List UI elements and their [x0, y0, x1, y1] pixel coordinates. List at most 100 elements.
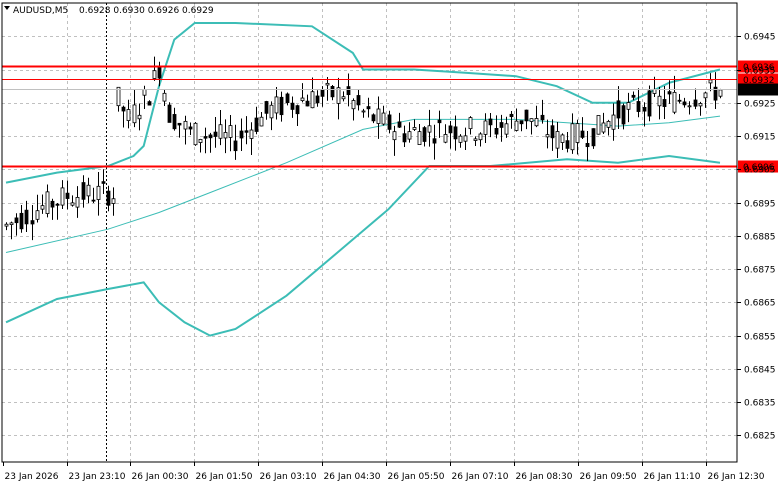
candle: [86, 177, 91, 204]
candle: [55, 202, 60, 220]
candle-body: [233, 140, 238, 152]
candle: [198, 138, 203, 153]
candle-body: [662, 99, 667, 107]
candle: [483, 113, 488, 143]
candle-body: [585, 143, 590, 148]
candle-body: [126, 109, 131, 121]
candle: [213, 117, 218, 148]
candle-body: [121, 106, 126, 112]
candle-body: [325, 82, 330, 86]
candle-body: [596, 115, 601, 135]
candle-body: [545, 134, 550, 138]
y-tick-label: 0.6855: [744, 333, 776, 343]
candle: [152, 56, 157, 81]
candle: [473, 136, 478, 146]
candle-body: [555, 131, 560, 149]
candle-body: [259, 116, 264, 127]
candle: [698, 101, 703, 116]
candle-body: [708, 79, 713, 84]
candle: [606, 119, 611, 136]
candle-body: [137, 114, 142, 120]
candle-body: [346, 86, 351, 96]
candle: [453, 115, 458, 151]
candle: [45, 184, 50, 218]
candle-body: [601, 122, 606, 133]
candle: [218, 109, 223, 146]
candle: [259, 112, 264, 127]
candle-body: [443, 134, 448, 143]
candle: [116, 86, 121, 112]
x-tick-label: 26 Jan 03:10: [260, 472, 317, 482]
bollinger-lower-line: [5, 154, 721, 337]
candle-body: [50, 200, 55, 208]
candle: [550, 119, 555, 151]
candle: [611, 103, 616, 141]
dropdown-triangle-icon[interactable]: [4, 6, 10, 10]
candle: [244, 116, 249, 145]
plot-frame: [1, 2, 738, 463]
x-tick-label: 23 Jan 23:10: [69, 472, 126, 482]
candle-body: [198, 139, 203, 143]
x-tick-label: 26 Jan 00:30: [132, 472, 189, 482]
candle-body: [458, 135, 463, 143]
candle: [137, 103, 142, 131]
y-tick-label: 0.6915: [744, 133, 776, 143]
candle-body: [55, 203, 60, 206]
candle: [254, 106, 259, 135]
candle: [371, 113, 376, 124]
candle: [356, 89, 361, 111]
x-tick-label: 23 Jan 2026: [5, 472, 59, 482]
candle: [279, 91, 284, 122]
candle-body: [330, 86, 335, 98]
candle-body: [448, 125, 453, 134]
candle: [330, 84, 335, 101]
candle: [239, 118, 244, 151]
candle-body: [560, 134, 565, 143]
candle: [616, 86, 621, 130]
candle: [96, 172, 101, 216]
bollinger-upper-line: [5, 22, 721, 184]
candle: [24, 200, 29, 232]
candle-body: [223, 132, 228, 139]
candle-body: [499, 122, 504, 128]
candle-body: [320, 89, 325, 97]
candle-body: [116, 86, 121, 107]
candle: [188, 122, 193, 135]
candle-body: [19, 212, 24, 230]
candle-body: [636, 101, 641, 112]
candle: [591, 128, 596, 149]
candle-body: [616, 100, 621, 119]
candle-body: [631, 94, 636, 98]
candle: [422, 126, 427, 147]
candle-body: [14, 217, 19, 224]
y-tick-label: 0.6825: [744, 432, 776, 442]
candle: [432, 124, 437, 160]
candle: [463, 127, 468, 151]
candle-body: [529, 118, 534, 122]
candle-body: [575, 123, 580, 143]
chart-grid: [2, 3, 737, 462]
candle: [677, 93, 682, 104]
candle-body: [315, 95, 320, 104]
candle: [647, 85, 652, 122]
candle: [585, 131, 590, 162]
candle-body: [305, 100, 310, 107]
candle: [228, 115, 233, 152]
candle-body: [693, 99, 698, 107]
candle: [448, 120, 453, 149]
candle: [443, 124, 448, 144]
candle: [203, 127, 208, 154]
candle: [65, 180, 70, 210]
candle-body: [626, 102, 631, 110]
candle: [524, 109, 529, 130]
candle: [183, 115, 188, 145]
candle: [545, 119, 550, 149]
candle-body: [422, 127, 427, 142]
candle: [70, 195, 75, 207]
candle: [305, 94, 310, 107]
candle: [718, 88, 723, 99]
candle-body: [509, 113, 514, 118]
price-chart[interactable]: 0.69360.69320.69290.6906 0.69450.69350.6…: [0, 0, 781, 489]
candle-body: [698, 103, 703, 107]
candle-body: [341, 96, 346, 100]
